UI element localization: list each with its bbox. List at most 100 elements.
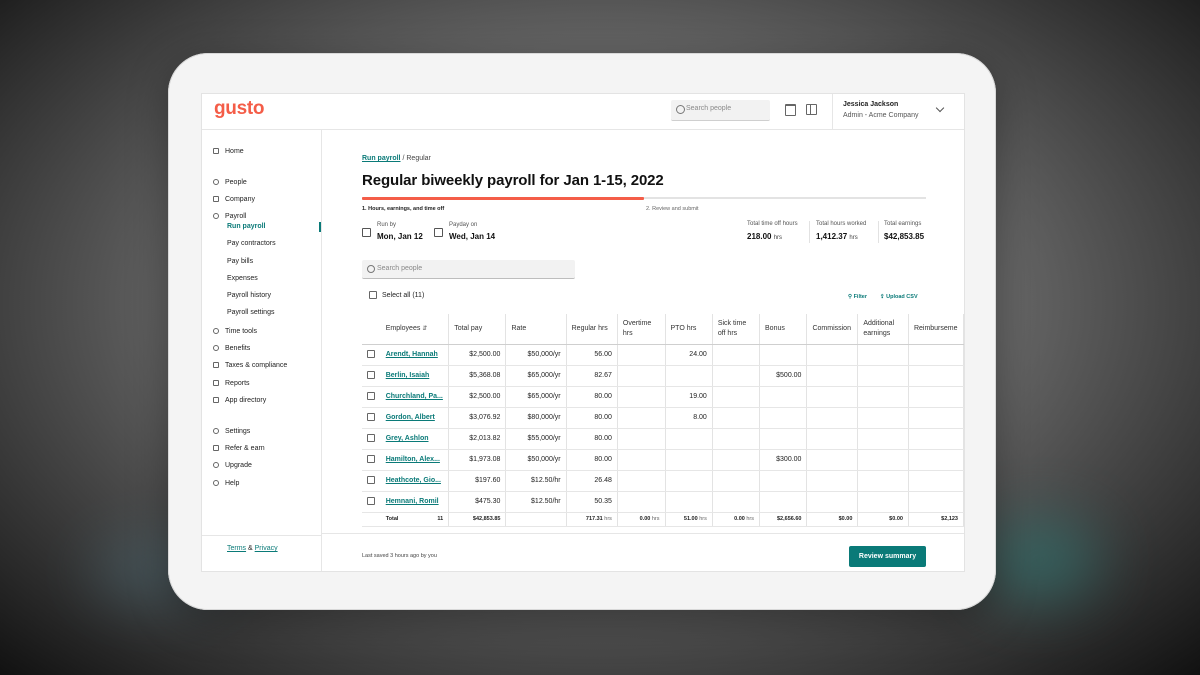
- sidebar-item-company[interactable]: Company: [213, 193, 255, 205]
- table-cell[interactable]: 80.00: [566, 386, 618, 408]
- employee-link[interactable]: Grey, Ashlon: [386, 435, 429, 442]
- table-cell[interactable]: [857, 407, 909, 429]
- table-cell[interactable]: $50,000/yr: [505, 344, 567, 366]
- sidebar-item-benefits[interactable]: Benefits: [213, 342, 250, 354]
- table-cell[interactable]: [806, 365, 859, 387]
- table-cell[interactable]: [857, 344, 909, 366]
- row-checkbox[interactable]: [367, 454, 375, 463]
- sidebar-item-settings[interactable]: Settings: [213, 425, 250, 437]
- table-cell[interactable]: [759, 407, 808, 429]
- table-cell[interactable]: $12.50/hr: [505, 491, 567, 513]
- table-cell[interactable]: [908, 491, 964, 513]
- table-cell[interactable]: $5,368.08: [448, 365, 507, 387]
- privacy-link[interactable]: Privacy: [255, 545, 278, 552]
- sidebar-item-run-payroll[interactable]: Run payroll: [227, 221, 266, 233]
- table-cell[interactable]: [857, 365, 909, 387]
- table-cell[interactable]: $65,000/yr: [505, 386, 567, 408]
- table-cell[interactable]: [665, 428, 713, 450]
- table-cell[interactable]: $80,000/yr: [505, 407, 567, 429]
- table-cell[interactable]: [857, 470, 909, 492]
- table-cell[interactable]: [908, 470, 964, 492]
- sidebar-item-payroll-history[interactable]: Payroll history: [227, 290, 271, 302]
- table-cell[interactable]: [712, 449, 761, 471]
- table-cell[interactable]: [806, 449, 859, 471]
- table-cell[interactable]: $1,973.08: [448, 449, 507, 471]
- chevron-down-icon[interactable]: [935, 103, 945, 113]
- table-cell[interactable]: 8.00: [665, 407, 713, 429]
- table-cell[interactable]: [712, 386, 761, 408]
- upload-csv-button[interactable]: ⇪ Upload CSV: [880, 294, 918, 300]
- sidebar-item-people[interactable]: People: [213, 176, 247, 188]
- table-cell[interactable]: [665, 491, 713, 513]
- table-cell[interactable]: [617, 491, 666, 513]
- table-cell[interactable]: [806, 344, 859, 366]
- breadcrumb-run-payroll[interactable]: Run payroll: [362, 155, 401, 162]
- sidebar-item-expenses[interactable]: Expenses: [227, 273, 258, 285]
- table-cell[interactable]: [665, 365, 713, 387]
- table-cell[interactable]: [617, 449, 666, 471]
- row-checkbox[interactable]: [367, 349, 375, 358]
- employee-link[interactable]: Hemnani, Romil: [386, 498, 439, 505]
- table-cell[interactable]: [665, 470, 713, 492]
- table-cell[interactable]: $50,000/yr: [505, 449, 567, 471]
- table-cell[interactable]: [908, 365, 964, 387]
- row-checkbox[interactable]: [367, 433, 375, 442]
- sidebar-item-pay-bills[interactable]: Pay bills: [227, 256, 253, 268]
- table-cell[interactable]: 80.00: [566, 428, 618, 450]
- table-cell[interactable]: $12.50/hr: [505, 470, 567, 492]
- table-cell[interactable]: 80.00: [566, 407, 618, 429]
- table-cell[interactable]: $500.00: [759, 365, 808, 387]
- sidebar-item-app-directory[interactable]: App directory: [213, 394, 266, 406]
- employee-link[interactable]: Gordon, Albert: [386, 414, 435, 421]
- sidebar-item-taxes[interactable]: Taxes & compliance: [213, 359, 287, 371]
- table-cell[interactable]: [857, 491, 909, 513]
- employee-link[interactable]: Heathcote, Gio...: [386, 477, 441, 484]
- table-cell[interactable]: 56.00: [566, 344, 618, 366]
- people-search-input[interactable]: Search people: [362, 260, 575, 279]
- table-cell[interactable]: [908, 407, 964, 429]
- sidebar-item-time-tools[interactable]: Time tools: [213, 325, 257, 337]
- gusto-logo[interactable]: gusto: [214, 98, 265, 120]
- table-cell[interactable]: [712, 470, 761, 492]
- top-search-input[interactable]: Search people: [671, 100, 770, 121]
- table-cell[interactable]: [617, 470, 666, 492]
- table-cell[interactable]: [759, 470, 808, 492]
- table-cell[interactable]: [908, 449, 964, 471]
- table-cell[interactable]: [712, 428, 761, 450]
- table-cell[interactable]: [617, 386, 666, 408]
- table-cell[interactable]: $197.60: [448, 470, 507, 492]
- table-cell[interactable]: [806, 386, 859, 408]
- user-name[interactable]: Jessica Jackson: [843, 101, 898, 108]
- table-cell[interactable]: $475.30: [448, 491, 507, 513]
- table-cell[interactable]: 26.48: [566, 470, 618, 492]
- row-checkbox[interactable]: [367, 370, 375, 379]
- table-cell[interactable]: [617, 428, 666, 450]
- table-cell[interactable]: $2,500.00: [448, 386, 507, 408]
- table-cell[interactable]: [806, 428, 859, 450]
- employee-link[interactable]: Churchland, Pa...: [386, 393, 443, 400]
- table-cell[interactable]: [712, 407, 761, 429]
- header-employees[interactable]: Employees ⇵: [380, 314, 450, 345]
- table-cell[interactable]: 80.00: [566, 449, 618, 471]
- table-cell[interactable]: [857, 428, 909, 450]
- sidebar-item-payroll-settings[interactable]: Payroll settings: [227, 307, 274, 319]
- sidebar-item-home[interactable]: Home: [213, 145, 244, 157]
- row-checkbox[interactable]: [367, 412, 375, 421]
- sort-icon[interactable]: ⇵: [422, 324, 427, 334]
- gift-icon[interactable]: [806, 104, 817, 115]
- table-cell[interactable]: [857, 449, 909, 471]
- employee-link[interactable]: Hamilton, Alex...: [386, 456, 440, 463]
- table-cell[interactable]: [712, 365, 761, 387]
- table-cell[interactable]: [617, 407, 666, 429]
- table-cell[interactable]: $3,076.92: [448, 407, 507, 429]
- table-cell[interactable]: [908, 344, 964, 366]
- table-cell[interactable]: [712, 491, 761, 513]
- table-cell[interactable]: 50.35: [566, 491, 618, 513]
- select-all-checkbox[interactable]: [369, 291, 377, 299]
- table-cell[interactable]: [857, 386, 909, 408]
- employee-link[interactable]: Berlin, Isaiah: [386, 372, 430, 379]
- table-cell[interactable]: [908, 428, 964, 450]
- calendar-icon[interactable]: [785, 104, 796, 116]
- table-cell[interactable]: [806, 491, 859, 513]
- review-summary-button[interactable]: Review summary: [849, 546, 926, 567]
